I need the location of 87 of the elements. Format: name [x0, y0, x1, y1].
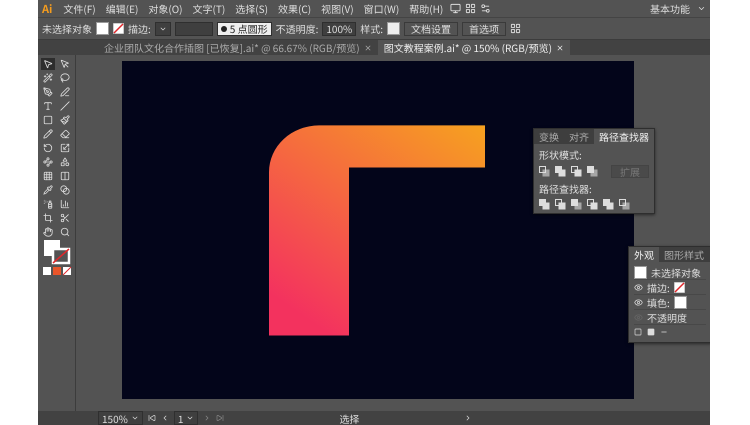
toolbar-button[interactable]: 首选项 — [462, 22, 506, 36]
page-number: 1 — [178, 410, 184, 425]
tool-button[interactable] — [41, 184, 55, 196]
menu-item[interactable]: 窗口(W) — [360, 1, 402, 16]
add-fill-icon[interactable] — [647, 328, 655, 336]
style-swatch[interactable] — [387, 22, 400, 35]
tool-button[interactable] — [58, 128, 72, 140]
fill-swatch[interactable] — [96, 22, 109, 35]
selection-status: 未选择对象 — [42, 21, 92, 36]
panel-tab[interactable]: 路径查找器 — [594, 129, 654, 144]
style-label: 样式: — [360, 21, 384, 36]
panel-tab[interactable]: 对齐 — [564, 129, 594, 144]
caret-icon[interactable] — [697, 4, 706, 13]
tool-button[interactable] — [58, 142, 72, 154]
panel-tab[interactable]: 外观 — [629, 247, 659, 262]
fill-stroke-drawing[interactable] — [42, 239, 70, 265]
pathfinder-icon[interactable] — [571, 166, 582, 177]
no-color-swatch[interactable] — [674, 282, 685, 292]
pathfinder-icon[interactable] — [587, 166, 598, 177]
tool-button[interactable] — [58, 72, 72, 84]
tool-button[interactable] — [41, 142, 55, 154]
tool-button[interactable] — [41, 72, 55, 84]
attribute-label: 填色: — [647, 294, 670, 310]
attribute-label: 不透明度 — [647, 310, 687, 324]
panel-tab[interactable]: 图形样式 — [659, 247, 709, 262]
stroke-weight-field[interactable] — [154, 22, 171, 36]
tool-button[interactable] — [58, 184, 72, 196]
attribute-label: 描边: — [647, 280, 670, 294]
l-shape[interactable] — [269, 125, 485, 336]
pathfinder-icon[interactable] — [571, 199, 582, 210]
pathfinder-icon[interactable] — [555, 199, 566, 210]
pathfinder-icon[interactable] — [619, 199, 630, 210]
tool-button[interactable] — [41, 170, 55, 182]
menu-item[interactable]: 视图(V) — [318, 1, 357, 16]
close-icon[interactable] — [556, 44, 564, 52]
workspace-switcher[interactable]: 基本功能 — [647, 1, 693, 16]
stroke-label: 描边: — [128, 21, 151, 36]
caret-icon — [130, 414, 139, 422]
pathfinders-label: 路径查找器: — [539, 181, 593, 196]
caret-icon — [186, 414, 194, 422]
object-thumbnail — [634, 266, 647, 278]
menu-item[interactable]: 选择(S) — [232, 1, 272, 16]
tool-button[interactable] — [41, 212, 55, 224]
brush-dropdown[interactable]: 5 点圆形 — [216, 22, 272, 36]
object-label: 未选择对象 — [651, 264, 701, 280]
tool-button[interactable] — [58, 86, 72, 98]
tool-button[interactable] — [58, 198, 72, 210]
tool-button[interactable] — [41, 226, 55, 238]
zoom-value: 150% — [102, 410, 128, 425]
color-swatch[interactable] — [674, 296, 687, 308]
add-stroke-icon[interactable] — [634, 328, 642, 336]
current-tool-status: 选择 — [339, 410, 360, 425]
tool-button[interactable] — [41, 58, 55, 70]
close-icon[interactable] — [364, 44, 372, 52]
brush-dot-icon — [220, 26, 227, 32]
last-page-icon[interactable] — [216, 414, 224, 422]
app-logo: Ai — [42, 0, 52, 16]
opacity-field[interactable]: 100% — [322, 22, 356, 36]
pathfinder-icon[interactable] — [587, 199, 598, 210]
pathfinder-icon[interactable] — [539, 199, 550, 210]
zoom-dropdown[interactable]: 150% — [98, 411, 143, 425]
page-field[interactable]: 1 — [174, 411, 198, 425]
tool-button[interactable] — [41, 128, 55, 140]
menu-item[interactable]: 文件(F) — [60, 1, 99, 16]
tool-button[interactable] — [58, 114, 72, 126]
tool-button[interactable] — [41, 156, 55, 168]
menu-item[interactable]: 帮助(H) — [406, 1, 446, 16]
shape-modes-label: 形状模式: — [539, 147, 583, 162]
color-mode-icon[interactable] — [42, 266, 72, 276]
tool-button[interactable] — [58, 170, 72, 182]
first-page-icon[interactable] — [148, 414, 156, 422]
no-color-swatch[interactable] — [113, 23, 124, 34]
tool-button[interactable] — [58, 156, 72, 168]
menu-item[interactable]: 编辑(E) — [102, 1, 142, 16]
pathfinder-icon[interactable] — [555, 166, 566, 177]
pathfinder-icon[interactable] — [539, 166, 550, 177]
pathfinder-icon[interactable] — [603, 199, 614, 210]
opacity-label: 不透明度: — [276, 21, 318, 36]
tool-button[interactable] — [58, 226, 72, 238]
tool-button[interactable] — [41, 114, 55, 126]
toolbar-button[interactable]: 文档设置 — [404, 22, 458, 36]
menu-item[interactable]: 对象(O) — [145, 1, 186, 16]
menu-item[interactable]: 文字(T) — [190, 1, 228, 16]
panel-tab[interactable]: 变换 — [534, 129, 564, 144]
menu-item[interactable]: 效果(C) — [275, 1, 314, 16]
tool-button[interactable] — [41, 86, 55, 98]
tool-button[interactable] — [58, 100, 72, 112]
